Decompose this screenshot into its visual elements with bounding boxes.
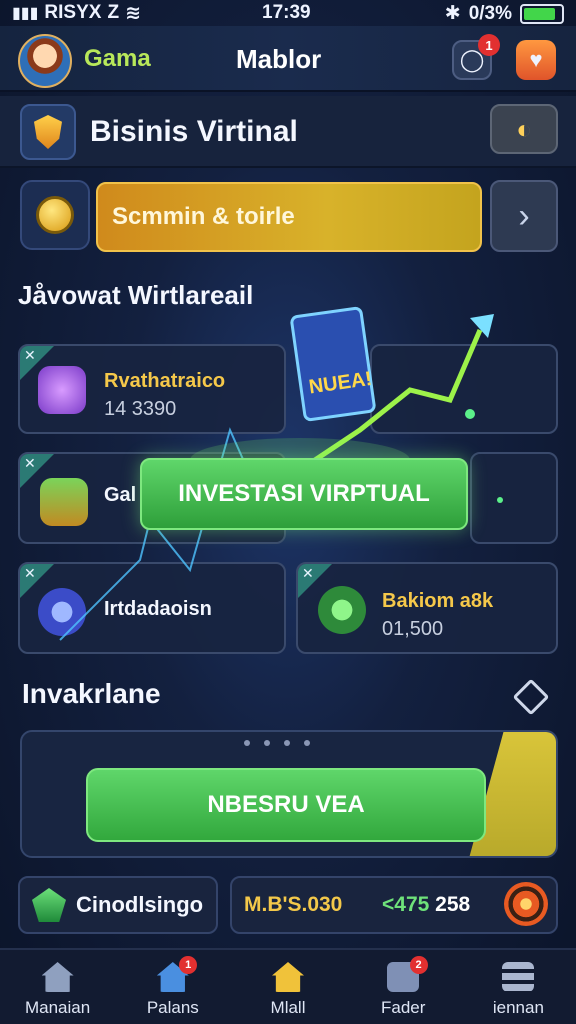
target-icon[interactable] [504, 882, 548, 926]
tool-icon: ✕ [302, 565, 314, 581]
refresh-button[interactable]: ◐ [490, 104, 558, 154]
planet-icon [38, 588, 86, 636]
section-title: Bisinis Virtinal [90, 115, 298, 148]
avatar[interactable] [18, 34, 72, 88]
next-button[interactable]: › [490, 180, 558, 252]
signal-icon: ▮▮▮ [12, 5, 39, 22]
nav-badge: 1 [179, 956, 198, 974]
bottom-nav: Manaian 1 Palans Mlall 2 Fader iennan [0, 948, 576, 1024]
tool-icon: ✕ [24, 347, 36, 363]
sub-heading: Invakrlane [22, 678, 161, 709]
nav-item-mall[interactable]: Mlall [230, 950, 345, 1024]
nav-item-fader[interactable]: 2 Fader [346, 950, 461, 1024]
shield-icon [20, 104, 76, 160]
card-title: Irtdadaoisn [104, 598, 212, 620]
search-input[interactable]: Scmmin & toirle [96, 182, 482, 252]
card-title: Gal [104, 484, 137, 506]
page-title: Mablor [236, 44, 322, 74]
invest-virtual-button[interactable]: INVESTASI VIRPTUAL [140, 458, 468, 530]
heart-icon: ♥ [529, 47, 543, 72]
stat-income: <475 258 [382, 893, 471, 916]
battery-icon [520, 3, 564, 24]
card-business-3[interactable]: ✕ Irtdadaoisn [18, 562, 286, 654]
app-name: Gama [84, 45, 151, 72]
coin-icon [20, 180, 90, 250]
tool-icon: ✕ [24, 455, 36, 471]
battery-text: 0/3% [468, 2, 512, 24]
resource-label: Cinodlsingo [76, 892, 204, 917]
nav-label: Mlall [270, 998, 306, 1017]
card-business-4[interactable]: ✕ Bakiom a8k 01,500 [296, 562, 558, 654]
status-bar: ▮▮▮ RISYX Z ≋ 17:39 ✱ 0/3% [0, 0, 576, 26]
notification-badge: 1 [478, 34, 500, 56]
diamond-icon[interactable] [512, 678, 550, 716]
nav-badge: 2 [409, 956, 428, 974]
refresh-icon: ◐ [516, 113, 532, 144]
menu-icon [502, 962, 535, 992]
chevron-right-icon: › [518, 196, 530, 235]
stat-balance: M.B'S.030 [244, 893, 343, 916]
nav-item-palans[interactable]: 1 Palans [115, 950, 230, 1024]
pager-dots[interactable] [244, 740, 310, 746]
nav-label: iennan [492, 998, 544, 1017]
billboard-text: NUEA! [308, 368, 374, 399]
nav-label: Fader [381, 998, 426, 1017]
nav-label: Palans [146, 998, 199, 1017]
bluetooth-icon: ✱ [444, 3, 461, 24]
nav-item-home[interactable]: Manaian [0, 950, 115, 1024]
card-title: Rvathatraico [104, 370, 226, 392]
billboard-icon: NUEA! [290, 306, 376, 422]
speaker-icon [38, 366, 86, 414]
card-business-2b[interactable] [470, 452, 558, 544]
shop-icon [272, 962, 304, 992]
clock: 17:39 [262, 2, 311, 23]
card-business-1b[interactable] [370, 344, 558, 434]
list-heading: Jåvowat Wirtlareail [18, 280, 254, 310]
carrier-label: RISYX [44, 2, 102, 23]
box-icon [40, 478, 88, 526]
card-value: 14 3390 [104, 398, 177, 420]
favorites-button[interactable]: ♥ [516, 40, 556, 80]
nav-item-menu[interactable]: iennan [461, 950, 576, 1024]
card-value: 01,500 [382, 618, 444, 640]
nav-label: Manaian [24, 998, 91, 1017]
card-business-1[interactable]: ✕ Rvathatraico 14 3390 [18, 344, 286, 434]
carrier-extra: Z [107, 2, 120, 23]
promo-button[interactable]: NBESRU VEA [86, 768, 486, 842]
home-icon [41, 962, 74, 992]
wifi-icon: ≋ [125, 2, 141, 24]
tool-icon: ✕ [24, 565, 36, 581]
gear-icon [318, 586, 366, 634]
card-title: Bakiom a8k [382, 590, 494, 612]
